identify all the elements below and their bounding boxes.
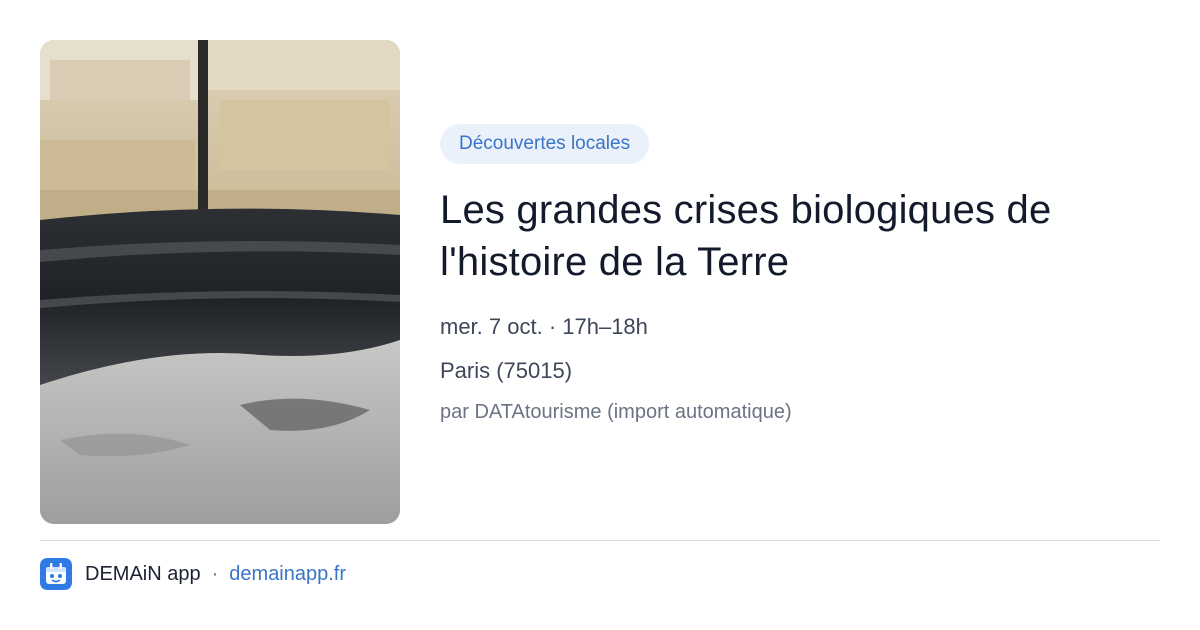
event-title: Les grandes crises biologiques de l'hist…	[440, 188, 1052, 284]
app-name: DEMAiN app	[85, 562, 201, 585]
event-location: Paris (75015)	[440, 358, 573, 383]
rock-strata-image	[40, 40, 400, 524]
footer: DEMAiN app · demainapp.fr	[40, 558, 346, 590]
event-source: par DATAtourisme (import automatique)	[440, 401, 792, 423]
app-website-link[interactable]: demainapp.fr	[229, 563, 346, 586]
footer-separator: ·	[211, 562, 219, 585]
divider	[40, 540, 1160, 541]
event-date-time: mer. 7 oct. · 17h–18h	[440, 314, 648, 339]
category-tag[interactable]: Découvertes locales	[440, 124, 650, 164]
event-photo	[40, 40, 400, 524]
app-logo-icon	[40, 558, 72, 590]
event-details: Découvertes locales Les grandes crises b…	[440, 124, 1160, 426]
